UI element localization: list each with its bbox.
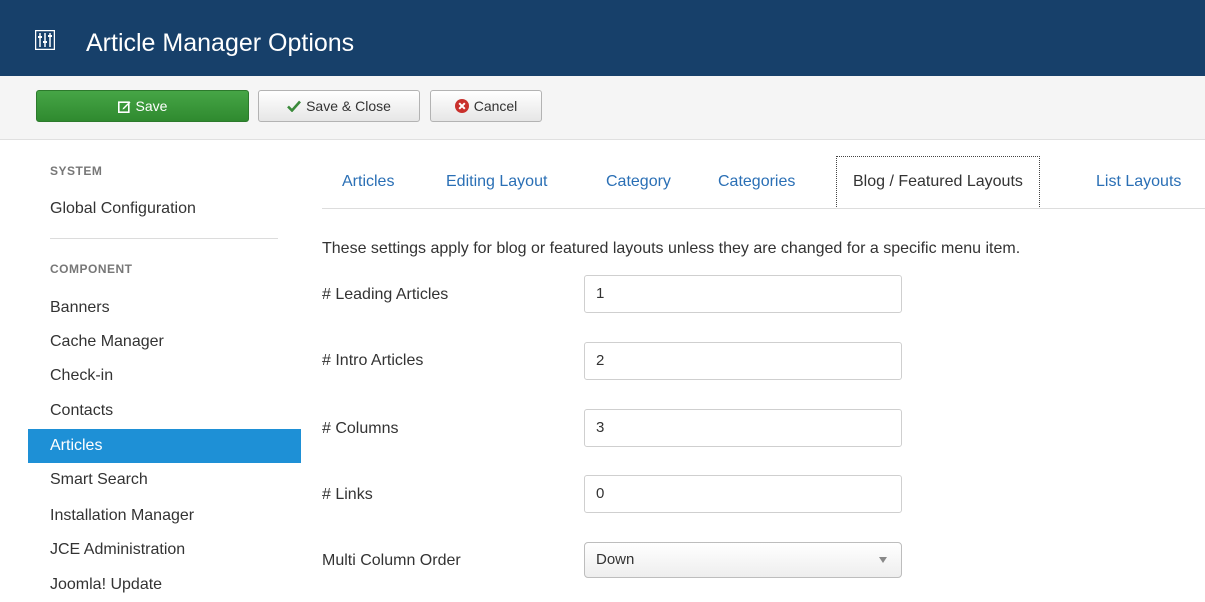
- links-label: # Links: [322, 486, 373, 503]
- caret-down-icon: [879, 557, 887, 563]
- tab-articles[interactable]: Articles: [342, 156, 394, 208]
- sidebar-item-contacts[interactable]: Contacts: [28, 394, 301, 428]
- sidebar-divider: [50, 238, 278, 239]
- sidebar-item-articles[interactable]: Articles: [28, 429, 301, 463]
- tab-category[interactable]: Category: [606, 156, 671, 208]
- save-label: Save: [135, 98, 168, 114]
- tab-editing-layout[interactable]: Editing Layout: [446, 156, 547, 208]
- cancel-label: Cancel: [473, 98, 518, 114]
- cancel-button[interactable]: Cancel: [430, 90, 542, 122]
- sidebar-item-global-configuration[interactable]: Global Configuration: [28, 192, 301, 226]
- tab-list-layouts[interactable]: List Layouts: [1096, 156, 1181, 208]
- multi-column-order-select[interactable]: Down: [584, 542, 902, 578]
- sidebar-item-banners[interactable]: Banners: [28, 291, 301, 325]
- intro-articles-input[interactable]: 2: [584, 342, 902, 380]
- save-close-button[interactable]: Save & Close: [258, 90, 420, 122]
- page-title: Article Manager Options: [86, 29, 355, 57]
- check-icon: [287, 100, 302, 112]
- system-heading: SYSTEM: [50, 164, 103, 178]
- tab-categories[interactable]: Categories: [718, 156, 795, 208]
- intro-articles-label: # Intro Articles: [322, 352, 424, 369]
- columns-input[interactable]: 3: [584, 409, 902, 447]
- sidebar-item-smart-search[interactable]: Smart Search: [28, 463, 301, 497]
- tab-description: These settings apply for blog or feature…: [322, 240, 1021, 257]
- save-close-label: Save & Close: [306, 98, 391, 114]
- leading-articles-input[interactable]: 1: [584, 275, 902, 313]
- multi-column-order-value: Down: [596, 551, 635, 568]
- multi-column-order-label: Multi Column Order: [322, 552, 461, 569]
- sidebar-item-check-in[interactable]: Check-in: [28, 359, 301, 393]
- sidebar-item-joomla-update[interactable]: Joomla! Update: [28, 568, 301, 602]
- sidebar: SYSTEM Global Configuration COMPONENT Ba…: [0, 140, 302, 593]
- tab-bar: Articles Editing Layout Category Categor…: [322, 156, 1205, 209]
- sidebar-item-installation-manager[interactable]: Installation Manager: [28, 499, 301, 533]
- cancel-icon: [454, 99, 469, 113]
- component-heading: COMPONENT: [50, 262, 133, 276]
- columns-label: # Columns: [322, 420, 399, 437]
- page-header: Article Manager Options: [0, 0, 1205, 76]
- leading-articles-label: # Leading Articles: [322, 286, 449, 303]
- tab-blog-featured-layouts[interactable]: Blog / Featured Layouts: [836, 156, 1040, 207]
- sidebar-item-jce-administration[interactable]: JCE Administration: [28, 533, 301, 567]
- options-icon: [35, 30, 55, 50]
- edit-icon: [117, 100, 131, 113]
- save-button[interactable]: Save: [36, 90, 249, 122]
- toolbar: Save Save & Close Cancel: [0, 76, 1205, 140]
- sidebar-item-cache-manager[interactable]: Cache Manager: [28, 325, 301, 359]
- links-input[interactable]: 0: [584, 475, 902, 513]
